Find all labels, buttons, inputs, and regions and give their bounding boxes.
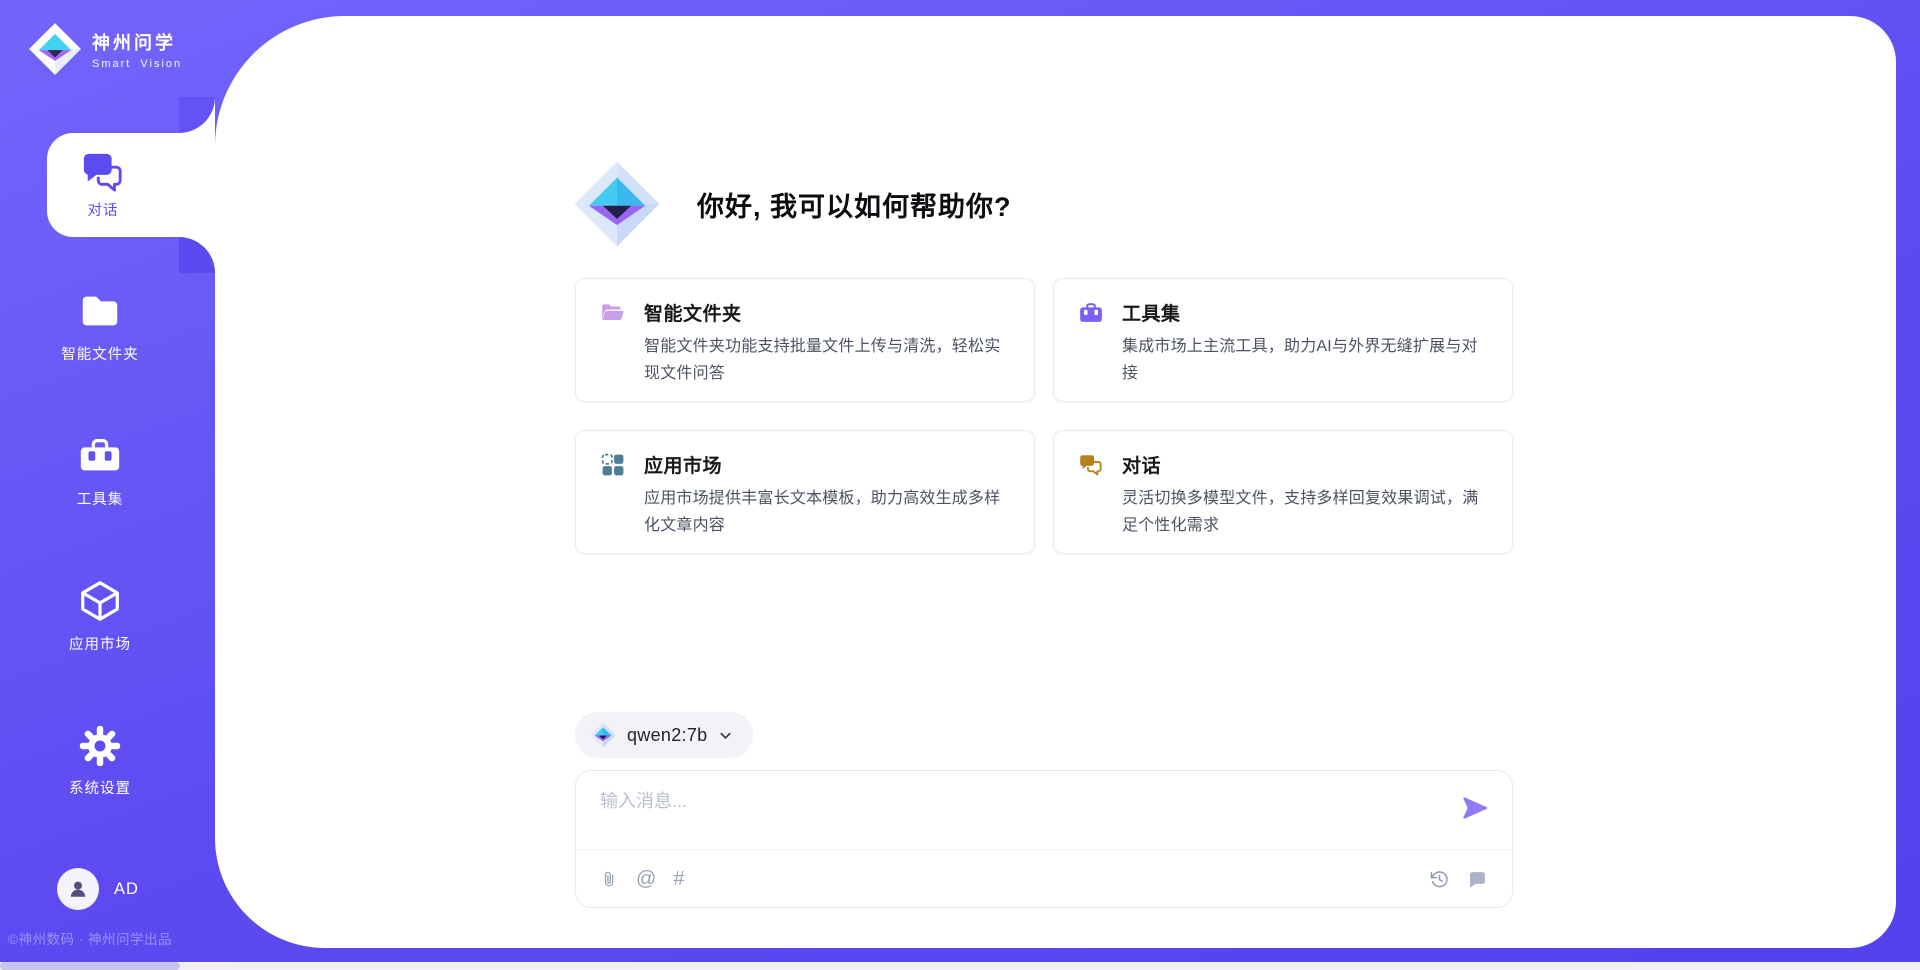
sidebar-item-label: 对话: [88, 199, 119, 220]
composer-toolbar: @ #: [600, 850, 1488, 908]
app-root: { "brand": { "title": "神州问学", "subtitle"…: [0, 0, 1920, 970]
chat-bubbles-icon: [1078, 452, 1104, 478]
send-icon[interactable]: [1460, 793, 1490, 823]
sidebar-item-settings[interactable]: 系统设置: [37, 724, 163, 798]
at-icon: @: [636, 868, 656, 890]
brand-diamond-logo-icon: [28, 22, 82, 76]
brand-subtitle: Smart Vision: [92, 58, 182, 70]
card-description: 应用市场提供丰富长文本模板，助力高效生成多样化文章内容: [644, 485, 1010, 539]
history-button[interactable]: [1429, 869, 1450, 890]
sidebar-item-label: 应用市场: [69, 633, 131, 654]
card-header: 应用市场: [600, 451, 1010, 478]
attach-file-button[interactable]: [600, 869, 619, 890]
tab-flare-top: [179, 97, 215, 133]
card-description: 集成市场上主流工具，助力AI与外界无缝扩展与对接: [1122, 333, 1488, 387]
chevron-down-icon: [718, 728, 733, 743]
app-grid-icon: [600, 452, 626, 478]
card-description: 智能文件夹功能支持批量文件上传与清洗，轻松实现文件问答: [644, 333, 1010, 387]
card-title: 应用市场: [644, 451, 722, 478]
new-message-button[interactable]: [1467, 869, 1488, 890]
card-description: 灵活切换多模型文件，支持多样回复效果调试，满足个性化需求: [1122, 485, 1488, 539]
brand: 神州问学 Smart Vision: [28, 22, 182, 76]
model-selector[interactable]: qwen2:7b: [575, 712, 753, 758]
toolbox-icon: [1078, 300, 1104, 326]
scrollbar-thumb[interactable]: [0, 962, 180, 970]
horizontal-scrollbar[interactable]: [0, 962, 1920, 970]
open-folder-icon: [600, 300, 626, 326]
message-input[interactable]: [600, 791, 1430, 812]
mention-button[interactable]: @: [636, 869, 656, 889]
card-smart-folder[interactable]: 智能文件夹 智能文件夹功能支持批量文件上传与清洗，轻松实现文件问答: [575, 278, 1035, 402]
message-composer: @ #: [575, 770, 1513, 908]
model-name: qwen2:7b: [627, 725, 707, 746]
card-app-market[interactable]: 应用市场 应用市场提供丰富长文本模板，助力高效生成多样化文章内容: [575, 430, 1035, 554]
toolbox-icon: [77, 433, 123, 479]
sidebar-item-label: 工具集: [77, 488, 124, 509]
card-title: 对话: [1122, 451, 1161, 478]
history-icon: [1429, 869, 1450, 890]
sidebar-item-label: 智能文件夹: [61, 343, 139, 364]
folder-icon: [77, 288, 123, 334]
user-name: AD: [114, 880, 139, 899]
person-icon: [66, 877, 90, 901]
assistant-diamond-logo-icon: [573, 160, 661, 248]
card-header: 工具集: [1078, 299, 1488, 326]
avatar: [57, 868, 99, 910]
card-title: 智能文件夹: [644, 299, 742, 326]
cube-icon: [77, 578, 123, 624]
card-toolset[interactable]: 工具集 集成市场上主流工具，助力AI与外界无缝扩展与对接: [1053, 278, 1513, 402]
feature-cards: 智能文件夹 智能文件夹功能支持批量文件上传与清洗，轻松实现文件问答 工具集 集成…: [575, 278, 1513, 554]
sidebar-item-chat[interactable]: 对话: [47, 133, 215, 237]
content-area: 你好, 我可以如何帮助你? 智能文件夹 智能文件夹功能支持批量文件上传与清洗，轻…: [575, 0, 1513, 970]
card-header: 智能文件夹: [600, 299, 1010, 326]
card-header: 对话: [1078, 451, 1488, 478]
message-icon: [1467, 869, 1488, 890]
sidebar-item-label: 系统设置: [69, 777, 131, 798]
brand-text: 神州问学 Smart Vision: [92, 29, 182, 70]
model-diamond-logo-icon: [590, 722, 616, 748]
paperclip-icon: [600, 869, 619, 890]
copyright: ©神州数码 · 神州问学出品: [8, 928, 172, 948]
topic-button[interactable]: #: [673, 869, 684, 889]
card-chat[interactable]: 对话 灵活切换多模型文件，支持多样回复效果调试，满足个性化需求: [1053, 430, 1513, 554]
tab-flare-bottom: [179, 237, 215, 273]
sidebar-item-app-market[interactable]: 应用市场: [37, 578, 163, 654]
sidebar-item-toolset[interactable]: 工具集: [37, 433, 163, 509]
brand-title: 神州问学: [92, 29, 182, 55]
greeting: 你好, 我可以如何帮助你?: [573, 160, 1012, 248]
hash-icon: #: [673, 868, 684, 890]
user-account[interactable]: AD: [57, 868, 139, 910]
gear-icon: [78, 724, 122, 768]
sidebar: 神州问学 Smart Vision 对话 智能文件夹 工具集: [0, 0, 215, 970]
greeting-title: 你好, 我可以如何帮助你?: [697, 185, 1012, 224]
card-title: 工具集: [1122, 299, 1181, 326]
sidebar-item-smart-folder[interactable]: 智能文件夹: [37, 288, 163, 364]
chat-icon: [80, 150, 126, 192]
